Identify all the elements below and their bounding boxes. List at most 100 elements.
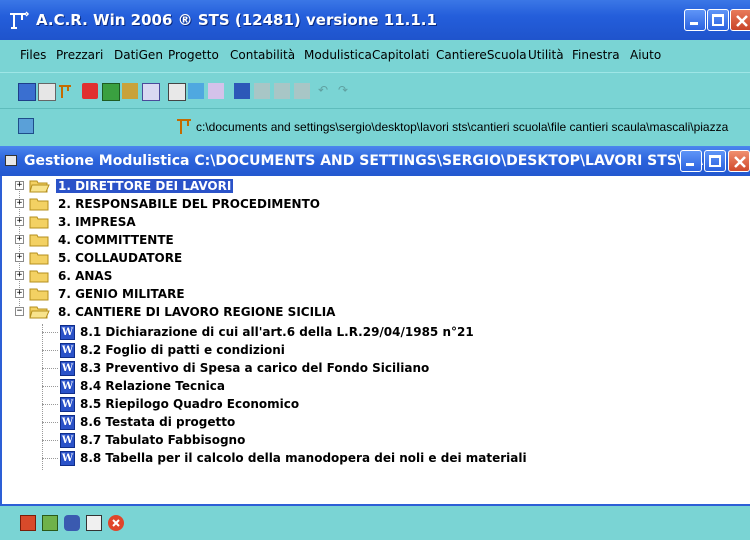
- tree-leaf-8-1[interactable]: W 8.1 Dichiarazione di cui all'art.6 del…: [0, 324, 750, 342]
- grid-icon[interactable]: [142, 83, 160, 101]
- menu-datigen[interactable]: DatiGen: [114, 48, 163, 62]
- word-document-icon: W: [60, 325, 75, 340]
- exit-icon[interactable]: [20, 515, 36, 531]
- folder-open-icon: [29, 306, 50, 319]
- open-file-icon[interactable]: [38, 83, 56, 101]
- word-document-icon: W: [60, 415, 75, 430]
- tree-leaf-label: 8.4 Relazione Tecnica: [80, 379, 225, 393]
- menu-modulistica[interactable]: Modulistica: [304, 48, 372, 62]
- tree-connector: [42, 422, 58, 423]
- expand-icon[interactable]: +: [15, 289, 24, 298]
- mail-icon[interactable]: [208, 83, 224, 99]
- tree-node-label: 6. ANAS: [58, 269, 113, 283]
- child-maximize-button[interactable]: [704, 150, 726, 172]
- tree-leaf-8-8[interactable]: W 8.8 Tabella per il calcolo della manod…: [0, 450, 750, 468]
- folder-icon: [29, 198, 49, 211]
- expand-icon[interactable]: +: [15, 271, 24, 280]
- word-document-icon: W: [60, 361, 75, 376]
- redo-icon[interactable]: ↷: [338, 83, 354, 99]
- tree-connector: [42, 440, 58, 441]
- maximize-icon: [709, 155, 721, 167]
- map-icon[interactable]: [122, 83, 138, 99]
- tree-node-label: 1. DIRETTORE DEI LAVORI: [56, 179, 234, 193]
- folder-icon: [29, 270, 49, 283]
- expand-icon[interactable]: +: [15, 253, 24, 262]
- app-title: A.C.R. Win 2006 ® STS (12481) versione 1…: [36, 11, 437, 29]
- folder-icon: [29, 216, 49, 229]
- menu-prezzari[interactable]: Prezzari: [56, 48, 103, 62]
- minimize-icon: [686, 163, 694, 166]
- window-icon: [5, 155, 17, 166]
- tree-node-2[interactable]: + 2. RESPONSABILE DEL PROCEDIMENTO: [0, 196, 750, 214]
- crane-icon[interactable]: [58, 83, 74, 99]
- crane-small-icon: [177, 119, 191, 134]
- menu-cantierescuola[interactable]: CantiereScuola: [436, 48, 527, 62]
- expand-icon[interactable]: +: [15, 217, 24, 226]
- app-crane-icon: [10, 11, 30, 29]
- folder-icon: [29, 234, 49, 247]
- tool3-disabled-icon[interactable]: [294, 83, 310, 99]
- calculator-icon[interactable]: [102, 83, 120, 101]
- expand-icon[interactable]: +: [15, 235, 24, 244]
- menu-progetto[interactable]: Progetto: [168, 48, 219, 62]
- menu-bar: Files Prezzari DatiGen Progetto Contabil…: [0, 40, 750, 72]
- app-title-bar[interactable]: A.C.R. Win 2006 ® STS (12481) versione 1…: [0, 0, 750, 40]
- tree-leaf-8-5[interactable]: W 8.5 Riepilogo Quadro Economico: [0, 396, 750, 414]
- undo-icon[interactable]: ↶: [318, 83, 334, 99]
- tree-node-label: 7. GENIO MILITARE: [58, 287, 185, 301]
- tree-leaf-8-3[interactable]: W 8.3 Preventivo di Spesa a carico del F…: [0, 360, 750, 378]
- child-close-button[interactable]: [728, 150, 750, 172]
- binoculars-icon[interactable]: [64, 515, 80, 531]
- new-file-icon[interactable]: [18, 83, 36, 101]
- tree-node-8[interactable]: − 8. CANTIERE DI LAVORO REGIONE SICILIA: [0, 304, 750, 322]
- edit-icon[interactable]: [42, 515, 58, 531]
- child-minimize-button[interactable]: [680, 150, 702, 172]
- close-icon: [736, 15, 748, 27]
- tree-leaf-8-2[interactable]: W 8.2 Foglio di patti e condizioni: [0, 342, 750, 360]
- tree-node-label: 5. COLLAUDATORE: [58, 251, 183, 265]
- chart-icon[interactable]: [188, 83, 204, 99]
- table-icon[interactable]: [168, 83, 186, 101]
- folder-browse-icon[interactable]: [18, 118, 34, 134]
- cancel-icon[interactable]: [108, 515, 124, 531]
- expand-icon[interactable]: +: [15, 181, 24, 190]
- tool2-disabled-icon[interactable]: [274, 83, 290, 99]
- tree-node-7[interactable]: + 7. GENIO MILITARE: [0, 286, 750, 304]
- word-document-icon: W: [60, 343, 75, 358]
- tree-leaf-8-6[interactable]: W 8.6 Testata di progetto: [0, 414, 750, 432]
- tree-node-5[interactable]: + 5. COLLAUDATORE: [0, 250, 750, 268]
- menu-utilita[interactable]: Utilità: [528, 48, 564, 62]
- excel-icon[interactable]: [234, 83, 250, 99]
- tree-leaf-label: 8.6 Testata di progetto: [80, 415, 236, 429]
- menu-files[interactable]: Files: [20, 48, 46, 62]
- minimize-button[interactable]: [684, 9, 706, 31]
- folder-icon: [29, 252, 49, 265]
- tree-node-label: 3. IMPRESA: [58, 215, 136, 229]
- expand-icon[interactable]: +: [15, 199, 24, 208]
- menu-contabilita[interactable]: Contabilità: [230, 48, 295, 62]
- menu-aiuto[interactable]: Aiuto: [630, 48, 661, 62]
- word-document-icon: W: [60, 433, 75, 448]
- delete-icon[interactable]: [82, 83, 98, 99]
- menu-capitolati[interactable]: Capitolati: [372, 48, 429, 62]
- tree-leaf-8-7[interactable]: W 8.7 Tabulato Fabbisogno: [0, 432, 750, 450]
- maximize-button[interactable]: [707, 9, 729, 31]
- child-title-bar[interactable]: Gestione Modulistica C:\DOCUMENTS AND SE…: [0, 146, 750, 176]
- collapse-icon[interactable]: −: [15, 307, 24, 316]
- tree-node-4[interactable]: + 4. COMMITTENTE: [0, 232, 750, 250]
- tree-connector: [42, 368, 58, 369]
- tree-leaf-8-4[interactable]: W 8.4 Relazione Tecnica: [0, 378, 750, 396]
- tree-node-3[interactable]: + 3. IMPRESA: [0, 214, 750, 232]
- current-path: c:\documents and settings\sergio\desktop…: [196, 120, 729, 134]
- tree-leaf-label: 8.2 Foglio di patti e condizioni: [80, 343, 285, 357]
- minimize-icon: [690, 22, 698, 25]
- tree-node-6[interactable]: + 6. ANAS: [0, 268, 750, 286]
- tree-node-1[interactable]: + 1. DIRETTORE DEI LAVORI: [0, 178, 750, 196]
- tree-connector: [42, 386, 58, 387]
- close-button[interactable]: [730, 9, 750, 31]
- tree-node-label: 4. COMMITTENTE: [58, 233, 174, 247]
- tool-disabled-icon[interactable]: [254, 83, 270, 99]
- close-icon: [112, 519, 120, 527]
- save-icon[interactable]: [86, 515, 102, 531]
- menu-finestra[interactable]: Finestra: [572, 48, 620, 62]
